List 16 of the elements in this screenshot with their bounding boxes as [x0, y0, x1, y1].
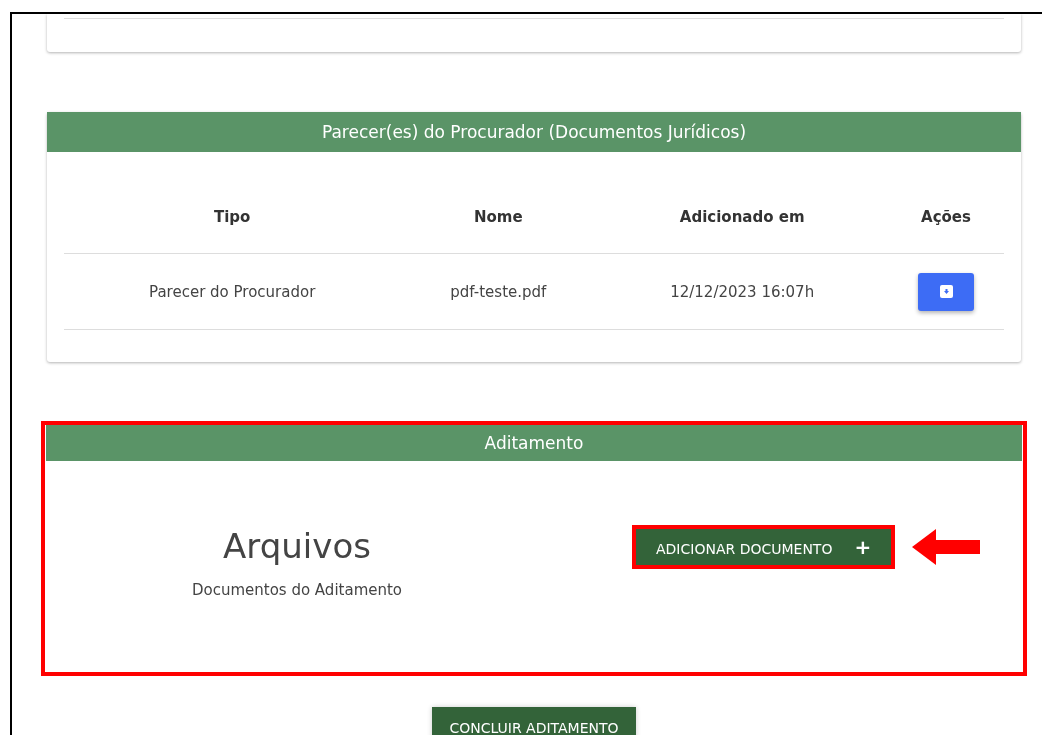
- section-header: Parecer(es) do Procurador (Documentos Jurídicos): [47, 112, 1021, 152]
- section-heading: Arquivos: [222, 525, 372, 567]
- table-cell: 12/12/2023 16:07h: [596, 253, 889, 330]
- column-header: Tipo: [64, 172, 401, 254]
- table-cell: pdf-teste.pdf: [400, 253, 597, 330]
- column-header: Ações: [888, 172, 1004, 254]
- section-header: Aditamento: [46, 425, 1022, 461]
- column-header: Adicionado em: [596, 172, 889, 254]
- section-subtitle: Documentos do Aditamento: [190, 581, 404, 599]
- add-document-button[interactable]: ADICIONAR DOCUMENTO +: [632, 525, 896, 569]
- column-header: Nome: [400, 172, 597, 254]
- arrow-icon: [912, 527, 981, 567]
- finish-button[interactable]: CONCLUIR ADITAMENTO: [432, 707, 636, 735]
- download-button[interactable]: [918, 272, 974, 311]
- download-icon: [939, 285, 953, 298]
- table-cell: Parecer do Procurador: [64, 253, 401, 330]
